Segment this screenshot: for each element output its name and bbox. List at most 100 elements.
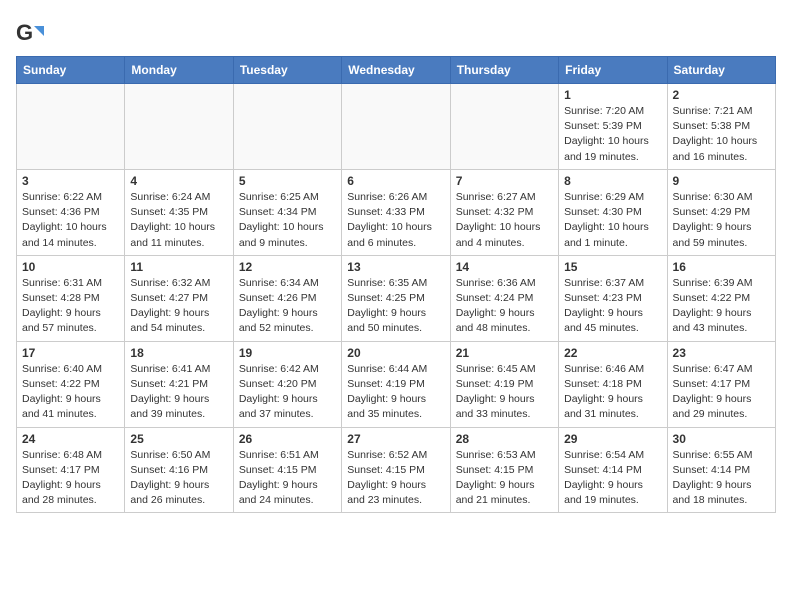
calendar-cell: 21 Sunrise: 6:45 AM Sunset: 4:19 PM Dayli… [450,341,558,427]
day-info: Sunrise: 6:45 AM Sunset: 4:19 PM Dayligh… [456,362,553,423]
calendar-cell: 24 Sunrise: 6:48 AM Sunset: 4:17 PM Dayli… [17,427,125,513]
calendar-cell: 7Sunrise: 6:27 AM Sunset: 4:32 PM Daylig… [450,169,558,255]
calendar-cell: 30 Sunrise: 6:55 AM Sunset: 4:14 PM Dayli… [667,427,775,513]
calendar-cell: 8Sunrise: 6:29 AM Sunset: 4:30 PM Daylig… [559,169,667,255]
calendar-cell: 3 Sunrise: 6:22 AM Sunset: 4:36 PM Daylig… [17,169,125,255]
calendar-cell: 13 Sunrise: 6:35 AM Sunset: 4:25 PM Dayli… [342,255,450,341]
day-info: Sunrise: 6:53 AM Sunset: 4:15 PM Dayligh… [456,448,553,509]
day-info: Sunrise: 6:54 AM Sunset: 4:14 PM Dayligh… [564,448,661,509]
calendar-cell: 12Sunrise: 6:34 AM Sunset: 4:26 PM Dayli… [233,255,341,341]
day-number: 6 [347,174,444,188]
calendar-cell: 20 Sunrise: 6:44 AM Sunset: 4:19 PM Dayli… [342,341,450,427]
day-number: 30 [673,432,770,446]
day-info: Sunrise: 6:36 AM Sunset: 4:24 PM Dayligh… [456,276,553,337]
calendar-cell [17,84,125,170]
day-info: Sunrise: 6:55 AM Sunset: 4:14 PM Dayligh… [673,448,770,509]
calendar-cell: 1 Sunrise: 7:20 AM Sunset: 5:39 PM Daylig… [559,84,667,170]
day-number: 1 [564,88,661,102]
day-number: 15 [564,260,661,274]
day-info: Sunrise: 6:50 AM Sunset: 4:16 PM Dayligh… [130,448,227,509]
day-number: 27 [347,432,444,446]
calendar-cell: 11 Sunrise: 6:32 AM Sunset: 4:27 PM Dayli… [125,255,233,341]
calendar-cell: 2 Sunrise: 7:21 AM Sunset: 5:38 PM Daylig… [667,84,775,170]
svg-text:G: G [16,20,33,45]
calendar-cell: 17 Sunrise: 6:40 AM Sunset: 4:22 PM Dayli… [17,341,125,427]
calendar-table: SundayMondayTuesdayWednesdayThursdayFrid… [16,56,776,513]
calendar-cell [342,84,450,170]
calendar-cell: 27 Sunrise: 6:52 AM Sunset: 4:15 PM Dayli… [342,427,450,513]
day-info: Sunrise: 6:41 AM Sunset: 4:21 PM Dayligh… [130,362,227,423]
calendar-week-row: 10 Sunrise: 6:31 AM Sunset: 4:28 PM Dayli… [17,255,776,341]
calendar-cell [233,84,341,170]
day-number: 16 [673,260,770,274]
day-info: Sunrise: 6:30 AM Sunset: 4:29 PM Dayligh… [673,190,770,251]
calendar-cell: 5Sunrise: 6:25 AM Sunset: 4:34 PM Daylig… [233,169,341,255]
day-info: Sunrise: 6:52 AM Sunset: 4:15 PM Dayligh… [347,448,444,509]
calendar-cell: 25 Sunrise: 6:50 AM Sunset: 4:16 PM Dayli… [125,427,233,513]
day-info: Sunrise: 6:22 AM Sunset: 4:36 PM Dayligh… [22,190,119,251]
day-number: 21 [456,346,553,360]
calendar-cell: 16 Sunrise: 6:39 AM Sunset: 4:22 PM Dayli… [667,255,775,341]
calendar-cell: 14 Sunrise: 6:36 AM Sunset: 4:24 PM Dayli… [450,255,558,341]
day-info: Sunrise: 6:24 AM Sunset: 4:35 PM Dayligh… [130,190,227,251]
day-number: 2 [673,88,770,102]
calendar-cell: 6Sunrise: 6:26 AM Sunset: 4:33 PM Daylig… [342,169,450,255]
logo: G [16,20,46,48]
day-info: Sunrise: 6:46 AM Sunset: 4:18 PM Dayligh… [564,362,661,423]
logo-icon: G [16,20,44,48]
day-number: 7 [456,174,553,188]
day-number: 26 [239,432,336,446]
calendar-week-row: 1 Sunrise: 7:20 AM Sunset: 5:39 PM Daylig… [17,84,776,170]
day-number: 11 [130,260,227,274]
day-of-week-header: Saturday [667,57,775,84]
calendar-week-row: 3 Sunrise: 6:22 AM Sunset: 4:36 PM Daylig… [17,169,776,255]
calendar-cell: 4 Sunrise: 6:24 AM Sunset: 4:35 PM Daylig… [125,169,233,255]
calendar-cell: 23Sunrise: 6:47 AM Sunset: 4:17 PM Dayli… [667,341,775,427]
calendar-week-row: 24 Sunrise: 6:48 AM Sunset: 4:17 PM Dayli… [17,427,776,513]
day-number: 13 [347,260,444,274]
day-of-week-header: Sunday [17,57,125,84]
day-info: Sunrise: 7:20 AM Sunset: 5:39 PM Dayligh… [564,104,661,165]
day-of-week-header: Tuesday [233,57,341,84]
day-number: 14 [456,260,553,274]
day-info: Sunrise: 6:32 AM Sunset: 4:27 PM Dayligh… [130,276,227,337]
calendar-cell: 22Sunrise: 6:46 AM Sunset: 4:18 PM Dayli… [559,341,667,427]
day-info: Sunrise: 6:34 AM Sunset: 4:26 PM Dayligh… [239,276,336,337]
day-info: Sunrise: 6:31 AM Sunset: 4:28 PM Dayligh… [22,276,119,337]
day-info: Sunrise: 7:21 AM Sunset: 5:38 PM Dayligh… [673,104,770,165]
calendar-header-row: SundayMondayTuesdayWednesdayThursdayFrid… [17,57,776,84]
day-number: 10 [22,260,119,274]
day-number: 18 [130,346,227,360]
day-number: 29 [564,432,661,446]
day-info: Sunrise: 6:48 AM Sunset: 4:17 PM Dayligh… [22,448,119,509]
day-info: Sunrise: 6:29 AM Sunset: 4:30 PM Dayligh… [564,190,661,251]
calendar-week-row: 17 Sunrise: 6:40 AM Sunset: 4:22 PM Dayli… [17,341,776,427]
day-number: 24 [22,432,119,446]
calendar-cell: 19 Sunrise: 6:42 AM Sunset: 4:20 PM Dayli… [233,341,341,427]
calendar-cell: 28 Sunrise: 6:53 AM Sunset: 4:15 PM Dayli… [450,427,558,513]
day-number: 5 [239,174,336,188]
day-number: 25 [130,432,227,446]
calendar-cell: 9 Sunrise: 6:30 AM Sunset: 4:29 PM Daylig… [667,169,775,255]
day-number: 9 [673,174,770,188]
day-of-week-header: Wednesday [342,57,450,84]
day-number: 28 [456,432,553,446]
day-number: 23 [673,346,770,360]
day-number: 20 [347,346,444,360]
day-number: 19 [239,346,336,360]
day-info: Sunrise: 6:35 AM Sunset: 4:25 PM Dayligh… [347,276,444,337]
day-of-week-header: Monday [125,57,233,84]
day-info: Sunrise: 6:42 AM Sunset: 4:20 PM Dayligh… [239,362,336,423]
day-number: 3 [22,174,119,188]
day-number: 4 [130,174,227,188]
day-info: Sunrise: 6:40 AM Sunset: 4:22 PM Dayligh… [22,362,119,423]
calendar-cell [450,84,558,170]
day-number: 17 [22,346,119,360]
calendar-cell [125,84,233,170]
day-of-week-header: Friday [559,57,667,84]
calendar-cell: 10 Sunrise: 6:31 AM Sunset: 4:28 PM Dayli… [17,255,125,341]
day-info: Sunrise: 6:39 AM Sunset: 4:22 PM Dayligh… [673,276,770,337]
day-of-week-header: Thursday [450,57,558,84]
calendar-cell: 26Sunrise: 6:51 AM Sunset: 4:15 PM Dayli… [233,427,341,513]
day-info: Sunrise: 6:44 AM Sunset: 4:19 PM Dayligh… [347,362,444,423]
